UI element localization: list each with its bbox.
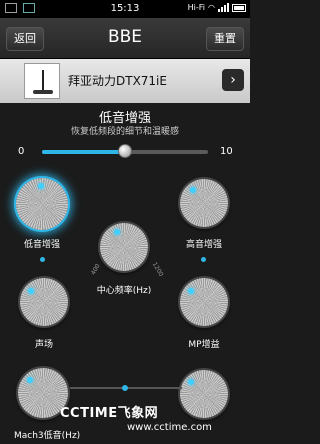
treble-boost-knob[interactable]: [180, 179, 228, 227]
treble-boost-indicator: [201, 257, 206, 262]
knob-indicator-dot: [27, 377, 33, 383]
watermark-text: CCTIME飞象网: [60, 406, 159, 421]
knob-indicator-dot: [190, 187, 196, 193]
bass-boost-indicator: [40, 257, 45, 262]
headphone-image: [24, 63, 60, 99]
slider-fill: [42, 150, 125, 154]
mp-boost-knob[interactable]: [180, 278, 228, 326]
sound-field-label: 声场: [34, 340, 53, 350]
sound-field-knob[interactable]: [20, 278, 68, 326]
knob-indicator-dot: [28, 288, 34, 294]
center-frequency-label: 中心频率(Hz): [96, 286, 152, 296]
slider-max-label: 10: [220, 146, 233, 157]
freq-tick-1200: 1200: [150, 261, 165, 278]
divider-line: [70, 385, 182, 391]
title-bar: 返回 BBE 重置: [0, 18, 250, 59]
knob-indicator-dot: [188, 288, 194, 294]
mp-boost-label: MP增益: [188, 340, 220, 350]
knob-indicator-dot: [188, 379, 194, 385]
knob-indicator-dot: [38, 183, 44, 189]
freq-tick-400: 400: [89, 262, 102, 277]
divider-marker: [122, 385, 128, 391]
slider-thumb[interactable]: [118, 144, 132, 158]
wifi-icon: ◠: [208, 3, 215, 12]
bass-boost-knob[interactable]: [16, 178, 68, 230]
right-bottom-knob[interactable]: [180, 370, 228, 418]
watermark-url: www.cctime.com: [127, 422, 212, 433]
knob-indicator-dot: [114, 229, 120, 235]
bass-boost-label: 低音增强: [23, 240, 60, 250]
treble-boost-label: 高音增强: [185, 240, 222, 250]
intensity-slider[interactable]: [42, 144, 208, 158]
device-selector[interactable]: 拜亚动力DTX71iE ›: [0, 59, 250, 103]
mach3-bass-label: Mach3低音(Hz): [14, 431, 81, 441]
slider-min-label: 0: [18, 146, 25, 157]
reset-button[interactable]: 重置: [206, 27, 244, 51]
battery-icon: [232, 3, 246, 12]
status-bar: 15:13 Hi-Fi ◠: [0, 0, 250, 18]
device-name: 拜亚动力DTX71iE: [68, 74, 167, 88]
section-subtitle: 恢复低频段的细节和温暖感: [70, 127, 179, 137]
chevron-right-icon[interactable]: ›: [222, 69, 244, 91]
signal-icon: [218, 3, 229, 12]
center-frequency-knob[interactable]: [100, 223, 148, 271]
hifi-label: Hi-Fi: [187, 3, 206, 12]
